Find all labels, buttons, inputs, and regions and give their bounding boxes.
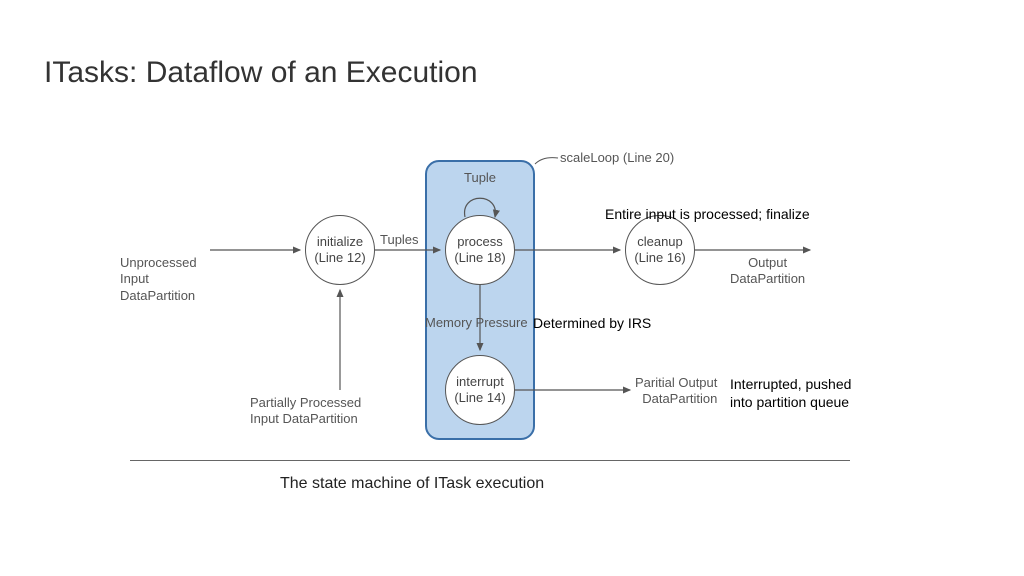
- node-cleanup-line: (Line 16): [634, 250, 685, 266]
- diagram-divider: [130, 460, 850, 461]
- edge-label-tuple-self: Tuple: [464, 170, 496, 186]
- state-machine-diagram: initialize (Line 12) process (Line 18) c…: [110, 150, 930, 480]
- label-unprocessed: Unprocessed Input DataPartition: [120, 255, 197, 304]
- annotation-irs: Determined by IRS: [533, 314, 651, 332]
- edge-label-scale-loop: scaleLoop (Line 20): [560, 150, 674, 166]
- node-initialize-line: (Line 12): [314, 250, 365, 266]
- node-interrupt-name: interrupt: [456, 374, 504, 390]
- node-process-name: process: [457, 234, 503, 250]
- node-cleanup: cleanup (Line 16): [625, 215, 695, 285]
- edge-label-tuples: Tuples: [380, 232, 419, 248]
- node-process: process (Line 18): [445, 215, 515, 285]
- annotation-finalize: Entire input is processed; finalize: [605, 205, 810, 223]
- node-initialize-name: initialize: [317, 234, 363, 250]
- label-partial-output: Paritial Output DataPartition: [635, 375, 717, 408]
- node-interrupt: interrupt (Line 14): [445, 355, 515, 425]
- node-initialize: initialize (Line 12): [305, 215, 375, 285]
- label-partially-processed: Partially Processed Input DataPartition: [250, 395, 361, 428]
- annotation-interrupted: Interrupted, pushed into partition queue: [730, 375, 851, 411]
- node-interrupt-line: (Line 14): [454, 390, 505, 406]
- node-cleanup-name: cleanup: [637, 234, 683, 250]
- diagram-caption: The state machine of ITask execution: [280, 475, 544, 493]
- label-output-dp: Output DataPartition: [730, 255, 805, 288]
- slide-title: ITasks: Dataflow of an Execution: [44, 56, 478, 90]
- node-process-line: (Line 18): [454, 250, 505, 266]
- edge-label-memory-pressure: Memory Pressure: [425, 315, 528, 331]
